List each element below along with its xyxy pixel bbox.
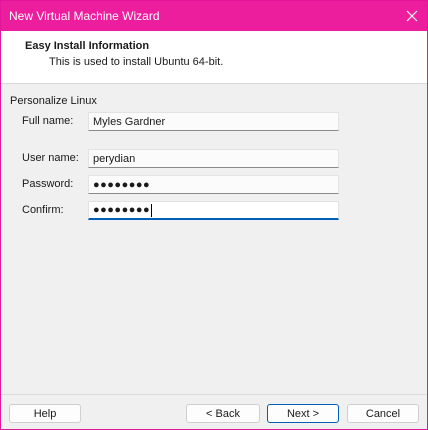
user-name-value: perydian: [93, 152, 136, 165]
user-name-label: User name:: [22, 152, 79, 164]
close-icon[interactable]: [397, 1, 427, 31]
confirm-label: Confirm:: [22, 204, 64, 216]
full-name-field[interactable]: Myles Gardner: [88, 112, 339, 131]
page-title: Easy Install Information: [25, 40, 150, 52]
footer-divider: [1, 394, 427, 395]
wizard-window: New Virtual Machine Wizard Easy Install …: [0, 0, 428, 430]
wizard-header: Easy Install Information This is used to…: [1, 31, 427, 84]
title-bar[interactable]: New Virtual Machine Wizard: [1, 1, 427, 31]
next-button[interactable]: Next >: [267, 404, 339, 423]
full-name-label: Full name:: [22, 115, 74, 127]
page-subtitle: This is used to install Ubuntu 64-bit.: [49, 56, 224, 68]
confirm-masked-value: ●●●●●●●●: [93, 204, 151, 216]
user-name-field[interactable]: perydian: [88, 149, 339, 168]
cancel-button[interactable]: Cancel: [347, 404, 419, 423]
window-title: New Virtual Machine Wizard: [9, 9, 160, 23]
personalize-linux-label: Personalize Linux: [10, 95, 97, 107]
full-name-value: Myles Gardner: [93, 115, 166, 128]
confirm-password-field[interactable]: ●●●●●●●●: [88, 201, 339, 220]
back-button[interactable]: < Back: [186, 404, 260, 423]
password-label: Password:: [22, 178, 74, 190]
help-button[interactable]: Help: [9, 404, 81, 423]
password-field[interactable]: ●●●●●●●●: [88, 175, 339, 194]
text-caret: [151, 203, 153, 217]
password-masked-value: ●●●●●●●●: [93, 178, 151, 191]
